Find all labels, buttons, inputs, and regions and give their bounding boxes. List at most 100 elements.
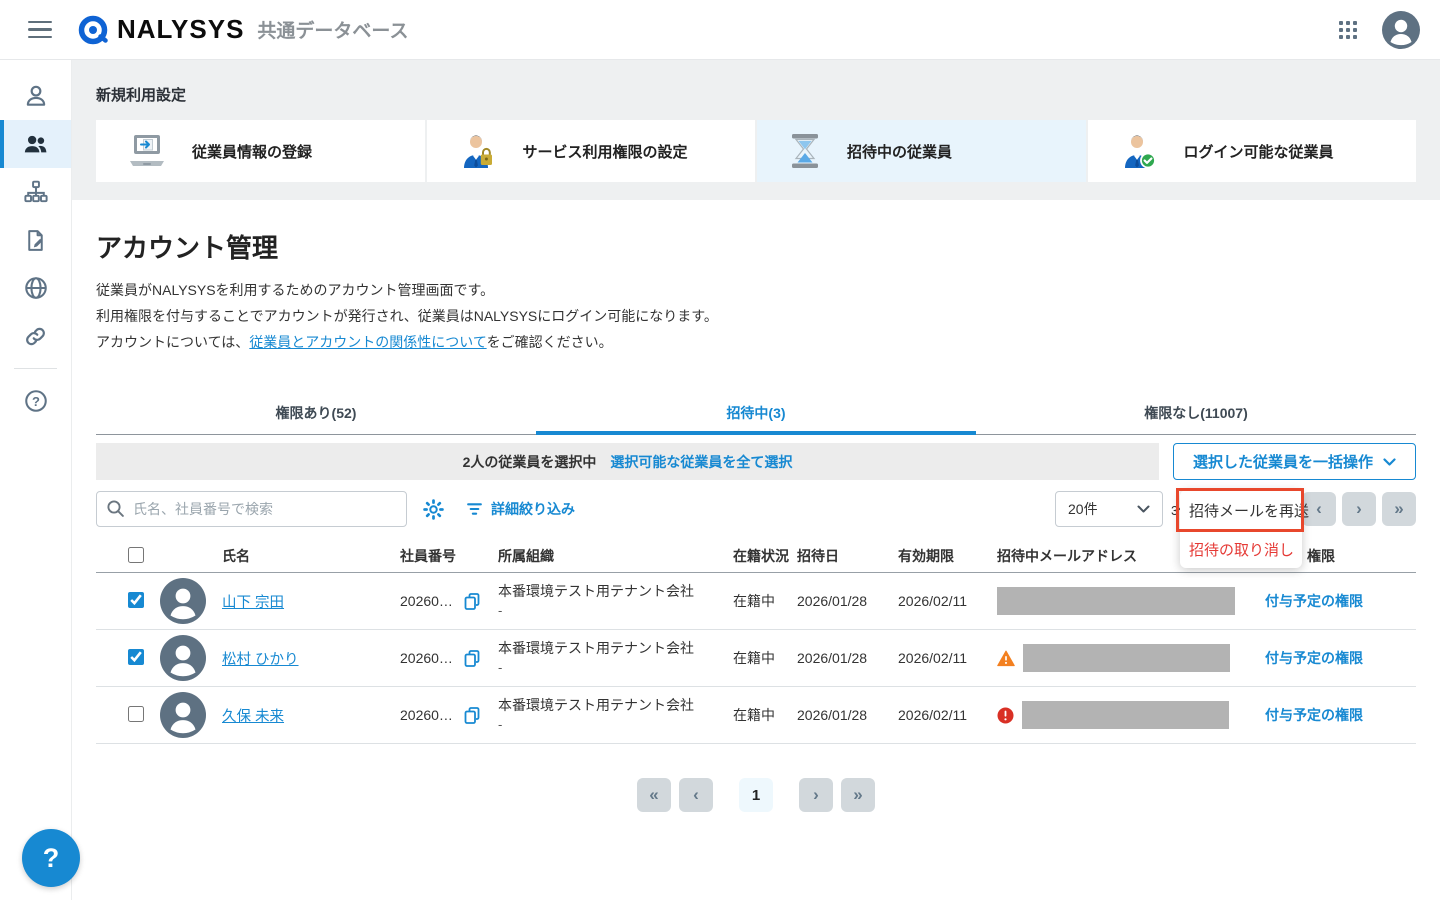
people-icon [22,131,49,158]
chevron-down-icon [1383,457,1396,466]
search-box [96,491,407,527]
sidebar-item-links[interactable] [0,312,71,360]
sidebar-item-profile[interactable] [0,72,71,120]
person-icon [23,83,49,109]
tab-invited[interactable]: 招待中(3) [536,392,976,435]
menu-item-cancel-invitation[interactable]: 招待の取り消し [1180,530,1302,568]
avatar [160,578,222,624]
step-card-register-employee[interactable]: 従業員情報の登録 [96,120,425,182]
apps-grid-icon[interactable] [1338,20,1358,40]
step-label: 従業員情報の登録 [192,143,313,161]
brand-name: NALYSYS [117,14,245,44]
description-line-1: 従業員がNALYSYSを利用するためのアカウント管理画面です。 [96,282,495,298]
sidebar-item-help[interactable]: ? [0,377,71,425]
organization-sub: - [498,603,503,618]
description-line-2: 利用権限を付与することでアカウントが発行され、従業員はNALYSYSにログイン可… [96,308,718,324]
planned-permission-link[interactable]: 付与予定の権限 [1255,650,1363,666]
search-input[interactable] [96,491,407,527]
select-all-link[interactable]: 選択可能な従業員を全て選択 [610,452,792,472]
product-name: 共通データベース [257,21,409,42]
search-icon [106,499,125,518]
last-page-button[interactable]: » [841,778,875,812]
tab-no-permission[interactable]: 権限なし(11007) [976,392,1416,434]
laptop-register-icon [128,134,166,168]
relationship-doc-link[interactable]: 従業員とアカウントの関係性について [249,334,486,350]
header-expiry: 有効期限 [898,548,954,564]
last-page-button[interactable]: » [1382,492,1416,526]
employment-status: 在籍中 [733,593,775,609]
next-page-button[interactable]: › [799,778,833,812]
redacted-email [1023,644,1230,672]
row-checkbox[interactable] [128,591,144,608]
document-edit-icon [23,228,48,253]
setup-panel-title: 新規利用設定 [96,87,187,104]
step-card-login-enabled[interactable]: ログイン可能な従業員 [1087,120,1416,182]
setup-panel: 新規利用設定 従業員情報の登録 サービス利用権限の設定 招待中の従業員 ログイン… [72,60,1440,200]
table-row: 松村 ひかり 20260… 本番環境テスト用テナント会社 - 在籍中 2026/… [96,630,1416,687]
select-all-checkbox[interactable] [128,546,144,563]
step-card-service-permission[interactable]: サービス利用権限の設定 [426,120,755,182]
employment-status: 在籍中 [733,650,775,666]
copy-icon[interactable] [463,649,481,668]
sidebar-item-organization[interactable] [0,168,71,216]
planned-permission-link[interactable]: 付与予定の権限 [1255,593,1363,609]
link-icon [23,324,48,349]
expiry-date: 2026/02/11 [898,707,968,723]
organization: 本番環境テスト用テナント会社 [498,640,694,656]
page: NALYSYS 共通データベース ? ? 新規利用設定 従業員情報の登録 サービ… [0,0,1440,900]
expiry-date: 2026/02/11 [898,650,968,666]
app-header: NALYSYS 共通データベース [0,0,1440,60]
table-row: 山下 宗田 20260… 本番環境テスト用テナント会社 - 在籍中 2026/0… [96,573,1416,630]
copy-icon[interactable] [463,706,481,725]
organization-sub: - [498,717,503,732]
bottom-pagination: « ‹ 1 › » [96,778,1416,812]
bulk-action-button[interactable]: 選択した従業員を一括操作 [1173,443,1416,480]
sidebar-item-requests[interactable] [0,216,71,264]
organization: 本番環境テスト用テナント会社 [498,583,694,599]
help-fab-button[interactable]: ? [22,829,80,887]
menu-item-resend-invitation[interactable]: 招待メールを再送 [1180,490,1309,530]
invited-date: 2026/01/28 [797,593,868,609]
brand: NALYSYS 共通データベース [78,14,408,45]
help-circle-icon: ? [23,388,49,414]
organization: 本番環境テスト用テナント会社 [498,697,694,713]
sidebar-item-global[interactable] [0,264,71,312]
main-content: 新規利用設定 従業員情報の登録 サービス利用権限の設定 招待中の従業員 ログイン… [72,60,1440,900]
row-checkbox[interactable] [128,705,144,722]
employee-no: 20260… [400,593,453,609]
employee-name-link[interactable]: 山下 宗田 [222,595,284,611]
advanced-filter-link[interactable]: 詳細絞り込み [466,499,575,519]
step-label: 招待中の従業員 [847,143,953,161]
account-tabs: 権限あり(52) 招待中(3) 権限なし(11007) [96,392,1416,435]
prev-page-button[interactable]: ‹ [679,778,713,812]
list-toolbar: 詳細絞り込み 20件 3件中 1〜3件 « ‹ › » 招待メールを再送 招待の [96,488,1416,568]
first-page-button[interactable]: « [637,778,671,812]
copy-icon[interactable] [463,592,481,611]
header-employee-no: 社員番号 [400,548,456,564]
permission-lock-icon [459,133,497,169]
row-checkbox[interactable] [128,648,144,665]
next-page-button[interactable]: › [1342,492,1376,526]
search-settings-gear-icon[interactable] [423,498,444,520]
organization-sub: - [498,660,503,675]
planned-permission-link[interactable]: 付与予定の権限 [1255,707,1363,723]
page-size-select[interactable]: 20件 [1055,491,1163,527]
bulk-action-menu: 招待メールを再送 招待の取り消し [1180,490,1309,568]
hamburger-menu-icon[interactable] [28,20,52,39]
svg-text:?: ? [32,394,40,409]
selection-count-text: 2人の従業員を選択中 [462,453,597,470]
sidebar: ? [0,60,72,900]
redacted-email [997,587,1235,615]
employee-no: 20260… [400,650,453,666]
step-card-invited-employees[interactable]: 招待中の従業員 [757,120,1086,182]
step-label: サービス利用権限の設定 [522,143,688,161]
tab-with-permission[interactable]: 権限あり(52) [96,392,536,434]
user-avatar[interactable] [1382,10,1420,49]
employment-status: 在籍中 [733,707,775,723]
employee-name-link[interactable]: 松村 ひかり [222,652,299,668]
globe-icon [23,275,49,301]
employee-name-link[interactable]: 久保 未来 [222,709,284,725]
sidebar-item-employees[interactable] [0,120,71,168]
logo-icon [78,15,108,45]
expiry-date: 2026/02/11 [898,593,968,609]
